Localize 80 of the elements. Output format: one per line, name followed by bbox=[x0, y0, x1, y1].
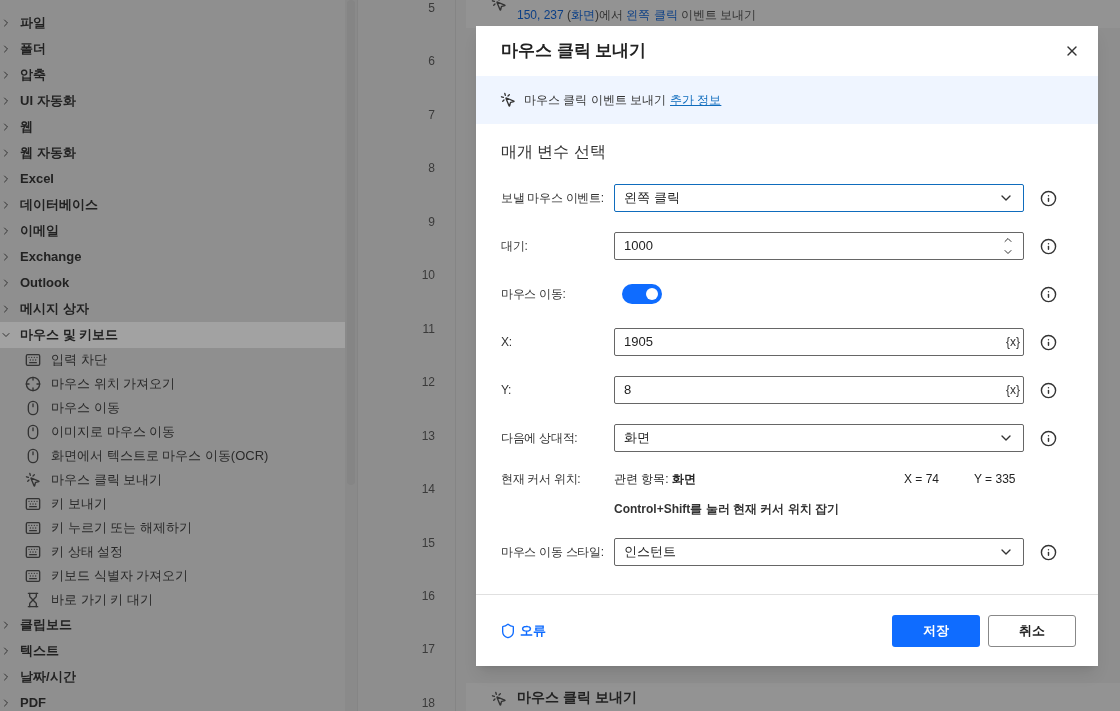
line-number: 15 bbox=[421, 534, 435, 551]
save-button[interactable]: 저장 bbox=[892, 614, 980, 647]
variable-button[interactable]: {x} bbox=[1006, 381, 1020, 399]
line-number: 11 bbox=[422, 320, 435, 337]
line-number: 6 bbox=[428, 53, 435, 70]
crosshair-icon bbox=[25, 376, 41, 392]
action-item[interactable]: 키 상태 설정 bbox=[0, 540, 345, 564]
field-label: 보낼 마우스 이벤트: bbox=[501, 190, 605, 207]
keyboard-icon bbox=[25, 544, 41, 560]
field-label: 마우스 이동 스타일: bbox=[501, 544, 605, 561]
dialog-title: 마우스 클릭 보내기 bbox=[501, 40, 647, 63]
more-info-link[interactable]: 추가 정보 bbox=[670, 91, 722, 109]
info-icon[interactable] bbox=[1040, 429, 1057, 447]
action-title: 마우스 클릭 보내기 bbox=[517, 688, 637, 707]
cancel-button[interactable]: 취소 bbox=[988, 614, 1076, 647]
mouse-icon bbox=[25, 400, 41, 416]
mouse-click-icon bbox=[491, 691, 507, 707]
action-card[interactable]: 150, 237 (화면)에서 왼쪽 클릭 이벤트 보내기 bbox=[466, 0, 1120, 28]
action-card[interactable]: 마우스 클릭 보내기 bbox=[466, 683, 1120, 711]
info-icon[interactable] bbox=[1040, 189, 1057, 207]
error-link[interactable]: 오류 bbox=[500, 620, 546, 641]
text-field[interactable]: 8 {x} bbox=[614, 376, 1024, 404]
info-icon[interactable] bbox=[1040, 381, 1057, 399]
action-item[interactable]: 이미지로 마우스 이동 bbox=[0, 420, 345, 444]
action-description: 150, 237 (화면)에서 왼쪽 클릭 이벤트 보내기 bbox=[517, 7, 757, 24]
line-number: 12 bbox=[421, 374, 435, 391]
number-field[interactable]: 1000 bbox=[614, 232, 1024, 260]
keyboard-icon bbox=[25, 568, 41, 584]
field-label: 마우스 이동: bbox=[501, 286, 567, 303]
action-item[interactable]: 화면에서 텍스트로 마우스 이동(OCR) bbox=[0, 444, 345, 468]
line-number: 7 bbox=[428, 106, 435, 123]
text-field[interactable]: 1905 {x} bbox=[614, 328, 1024, 356]
keyboard-icon bbox=[25, 352, 41, 368]
shield-icon bbox=[500, 622, 516, 639]
action-item[interactable]: 마우스 클릭 보내기 bbox=[0, 468, 345, 492]
info-text: 마우스 클릭 이벤트 보내기 bbox=[524, 92, 666, 109]
category-item[interactable]: 마우스 및 키보드 bbox=[0, 322, 345, 348]
dropdown[interactable]: 인스턴트 bbox=[614, 538, 1024, 566]
action-item[interactable]: 마우스 이동 bbox=[0, 396, 345, 420]
info-icon[interactable] bbox=[1040, 285, 1057, 303]
line-number: 8 bbox=[428, 160, 435, 177]
action-item[interactable]: 키보드 식별자 가져오기 bbox=[0, 564, 345, 588]
relative-to-text: 관련 항목: 화면 bbox=[614, 471, 697, 488]
line-number: 17 bbox=[421, 641, 435, 658]
field-label: X: bbox=[501, 334, 513, 351]
action-item[interactable]: 키 누르기 또는 해제하기 bbox=[0, 516, 345, 540]
dropdown[interactable]: 화면 bbox=[614, 424, 1024, 452]
action-item[interactable]: 바로 가기 키 대기 bbox=[0, 588, 345, 612]
keyboard-icon bbox=[25, 496, 41, 512]
mouse-icon bbox=[25, 448, 41, 464]
keyboard-icon bbox=[25, 520, 41, 536]
dropdown[interactable]: 왼쪽 클릭 bbox=[614, 184, 1024, 212]
mouse-click-icon bbox=[25, 472, 41, 488]
line-number: 5 bbox=[428, 0, 435, 16]
field-label: 현재 커서 위치: bbox=[501, 471, 582, 488]
line-number: 13 bbox=[421, 427, 435, 444]
field-label: 다음에 상대적: bbox=[501, 430, 579, 447]
mouse-icon bbox=[25, 424, 41, 440]
info-icon[interactable] bbox=[1040, 237, 1057, 255]
line-number: 18 bbox=[421, 694, 435, 711]
mouse-click-icon bbox=[491, 0, 507, 12]
line-number: 14 bbox=[421, 481, 435, 498]
hourglass-icon bbox=[25, 592, 41, 608]
y-coordinate: Y = 335 bbox=[974, 471, 1016, 488]
x-coordinate: X = 74 bbox=[904, 471, 941, 488]
toggle-switch[interactable] bbox=[622, 284, 662, 304]
line-number: 9 bbox=[428, 213, 435, 230]
action-item[interactable]: 마우스 위치 가져오기 bbox=[0, 372, 345, 396]
line-number: 10 bbox=[421, 267, 435, 284]
mouse-click-icon bbox=[500, 92, 516, 108]
field-label: Y: bbox=[501, 382, 513, 399]
info-icon[interactable] bbox=[1040, 543, 1057, 561]
action-item[interactable]: 키 보내기 bbox=[0, 492, 345, 516]
variable-button[interactable]: {x} bbox=[1006, 333, 1020, 351]
line-number: 16 bbox=[421, 588, 435, 604]
field-label: 대기: bbox=[501, 238, 529, 255]
action-item[interactable]: 입력 차단 bbox=[0, 348, 345, 372]
section-title: 매개 변수 선택 bbox=[501, 142, 607, 162]
info-icon[interactable] bbox=[1040, 333, 1057, 351]
hint-text: Control+Shift를 눌러 현재 커서 위치 잡기 bbox=[614, 501, 840, 518]
